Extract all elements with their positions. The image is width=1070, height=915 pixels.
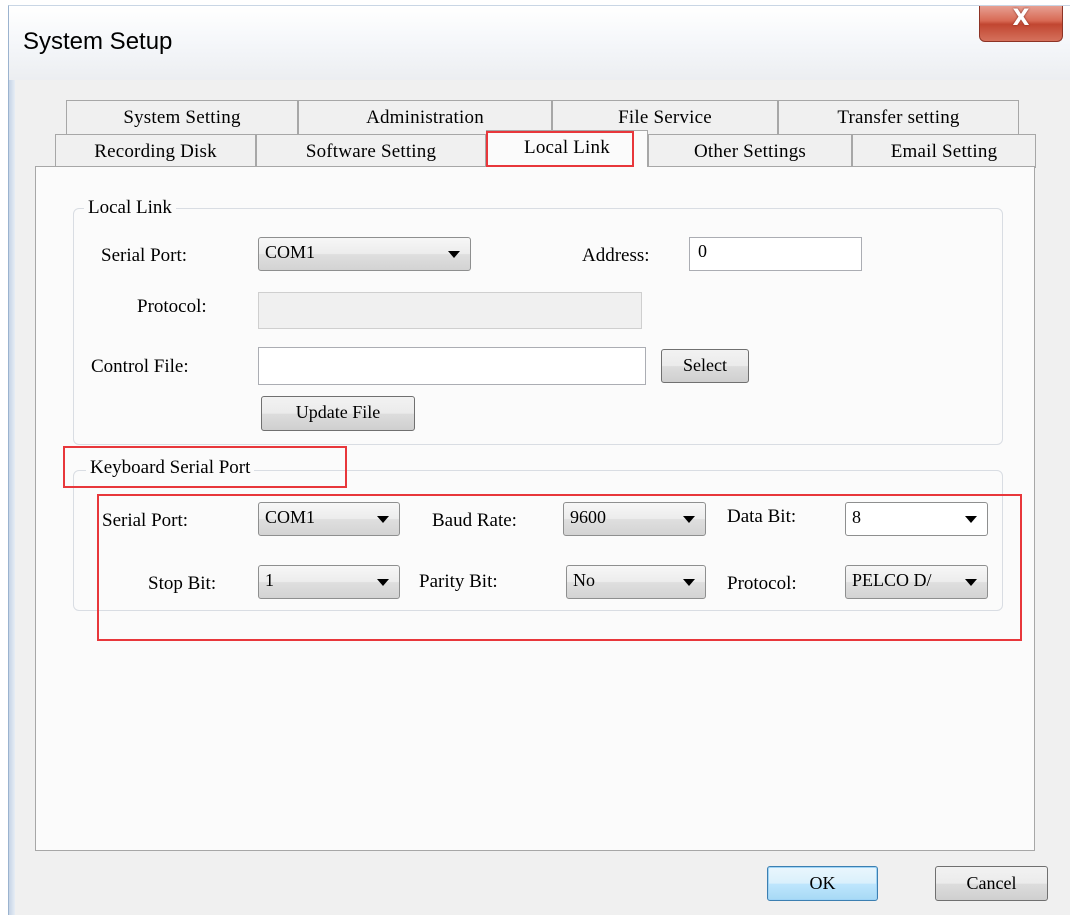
tab-local-link[interactable]: Local Link bbox=[486, 130, 648, 167]
data-bit-label: Data Bit: bbox=[727, 506, 797, 527]
ok-button[interactable]: OK bbox=[767, 866, 878, 901]
local-link-group-label: Local Link bbox=[84, 197, 176, 219]
close-button[interactable]: X bbox=[979, 6, 1063, 42]
window-frame-edge bbox=[9, 80, 15, 915]
data-bit-value: 8 bbox=[852, 507, 861, 527]
window-title: System Setup bbox=[23, 28, 173, 55]
cancel-button[interactable]: Cancel bbox=[935, 866, 1048, 901]
data-bit-select[interactable]: 8 bbox=[845, 502, 988, 536]
parity-bit-label: Parity Bit: bbox=[419, 571, 498, 592]
tab-administration[interactable]: Administration bbox=[298, 100, 552, 134]
title-bar: System Setup X bbox=[9, 6, 1070, 80]
tab-file-service[interactable]: File Service bbox=[552, 100, 778, 134]
address-field[interactable]: 0 bbox=[689, 237, 862, 271]
tab-email-setting[interactable]: Email Setting bbox=[852, 134, 1036, 168]
update-file-button[interactable]: Update File bbox=[261, 396, 415, 431]
kb-serial-port-select[interactable]: COM1 bbox=[258, 502, 400, 536]
tab-software-setting[interactable]: Software Setting bbox=[256, 134, 486, 168]
kb-serial-port-value: COM1 bbox=[265, 507, 316, 527]
chevron-down-icon bbox=[683, 516, 695, 523]
chevron-down-icon bbox=[683, 579, 695, 586]
kb-protocol-label: Protocol: bbox=[727, 573, 797, 594]
tab-other-settings[interactable]: Other Settings bbox=[648, 134, 852, 168]
stop-bit-value: 1 bbox=[265, 570, 274, 590]
baud-rate-label: Baud Rate: bbox=[432, 510, 517, 531]
kb-protocol-select[interactable]: PELCO D/ bbox=[845, 565, 988, 599]
select-button[interactable]: Select bbox=[661, 349, 749, 383]
control-file-field[interactable] bbox=[258, 347, 646, 385]
tab-transfer-setting[interactable]: Transfer setting bbox=[778, 100, 1019, 134]
chevron-down-icon bbox=[965, 579, 977, 586]
local-serial-port-value: COM1 bbox=[265, 242, 316, 262]
protocol-field bbox=[258, 292, 642, 329]
chevron-down-icon bbox=[377, 579, 389, 586]
chevron-down-icon bbox=[377, 516, 389, 523]
baud-rate-select[interactable]: 9600 bbox=[563, 502, 706, 536]
tab-recording-disk[interactable]: Recording Disk bbox=[55, 134, 256, 168]
baud-rate-value: 9600 bbox=[570, 507, 606, 527]
keyboard-serial-port-group-label: Keyboard Serial Port bbox=[86, 457, 255, 479]
close-icon: X bbox=[1012, 6, 1030, 31]
local-serial-port-select[interactable]: COM1 bbox=[258, 237, 471, 271]
stop-bit-select[interactable]: 1 bbox=[258, 565, 400, 599]
address-label: Address: bbox=[582, 245, 650, 266]
protocol-label: Protocol: bbox=[137, 296, 207, 317]
parity-bit-value: No bbox=[573, 570, 595, 590]
kb-protocol-value: PELCO D/ bbox=[852, 570, 932, 590]
parity-bit-select[interactable]: No bbox=[566, 565, 706, 599]
chevron-down-icon bbox=[965, 516, 977, 523]
tab-system-setting[interactable]: System Setting bbox=[66, 100, 298, 134]
serial-port-label: Serial Port: bbox=[101, 245, 188, 266]
kb-serial-port-label: Serial Port: bbox=[102, 510, 189, 531]
chevron-down-icon bbox=[448, 251, 460, 258]
stop-bit-label: Stop Bit: bbox=[148, 573, 217, 594]
control-file-label: Control File: bbox=[91, 356, 189, 377]
